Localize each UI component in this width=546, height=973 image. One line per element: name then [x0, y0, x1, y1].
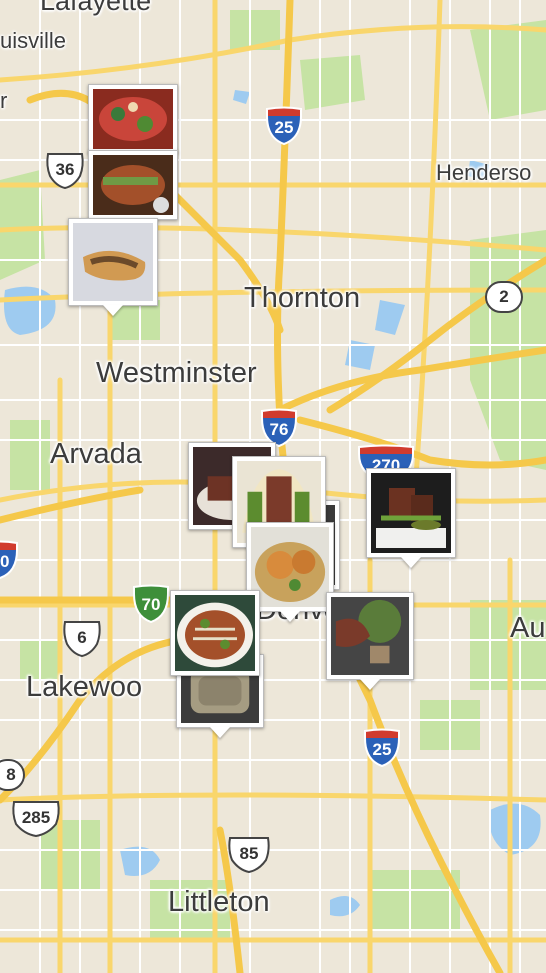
food-photo [175, 595, 255, 671]
photo-pin[interactable] [68, 218, 158, 316]
food-photo [331, 597, 409, 675]
photo-pin[interactable] [326, 592, 414, 690]
place-label-lakewood: Lakewoo [26, 671, 143, 703]
food-photo [251, 527, 329, 607]
photo-pin[interactable] [88, 150, 178, 220]
us-85-shield: 85 [226, 836, 272, 874]
pin-pointer [210, 727, 230, 738]
pin-pointer [401, 557, 421, 568]
state-route-8-shield: 8 [0, 758, 26, 792]
pin-pointer [360, 679, 380, 690]
place-label-littleton: Littleton [168, 886, 270, 918]
interstate-70-west-shield: 0 [0, 540, 20, 580]
place-label-westminster: Westminster [96, 357, 257, 389]
map-view[interactable]: Lafayette uisville r Henderso Thornton W… [0, 0, 546, 973]
state-route-2-shield: 2 [484, 280, 524, 314]
place-label-aurora: Au [510, 612, 546, 644]
pin-pointer [103, 305, 123, 316]
place-label-lafayette: Lafayette [40, 0, 152, 16]
place-label-broomfield: r [0, 88, 8, 113]
place-label-henderson: Henderso [436, 160, 532, 185]
food-photo [371, 473, 451, 553]
us-6-shield: 6 [61, 620, 103, 658]
photo-pin[interactable] [88, 84, 178, 154]
interstate-70-shield: 70 [131, 584, 171, 624]
food-photo [73, 223, 153, 301]
place-label-louisville: uisville [0, 28, 67, 53]
pin-pointer [280, 611, 300, 622]
us-36-shield: 36 [44, 152, 86, 190]
interstate-25-south-shield: 25 [362, 728, 402, 768]
place-label-arvada: Arvada [50, 438, 142, 470]
place-label-thornton: Thornton [244, 282, 361, 314]
interstate-25-north-shield: 25 [264, 106, 304, 146]
photo-pin[interactable] [170, 590, 260, 676]
us-285-shield: 285 [10, 800, 62, 838]
food-photo [93, 89, 173, 149]
photo-pin[interactable] [366, 468, 456, 568]
food-photo [93, 155, 173, 215]
